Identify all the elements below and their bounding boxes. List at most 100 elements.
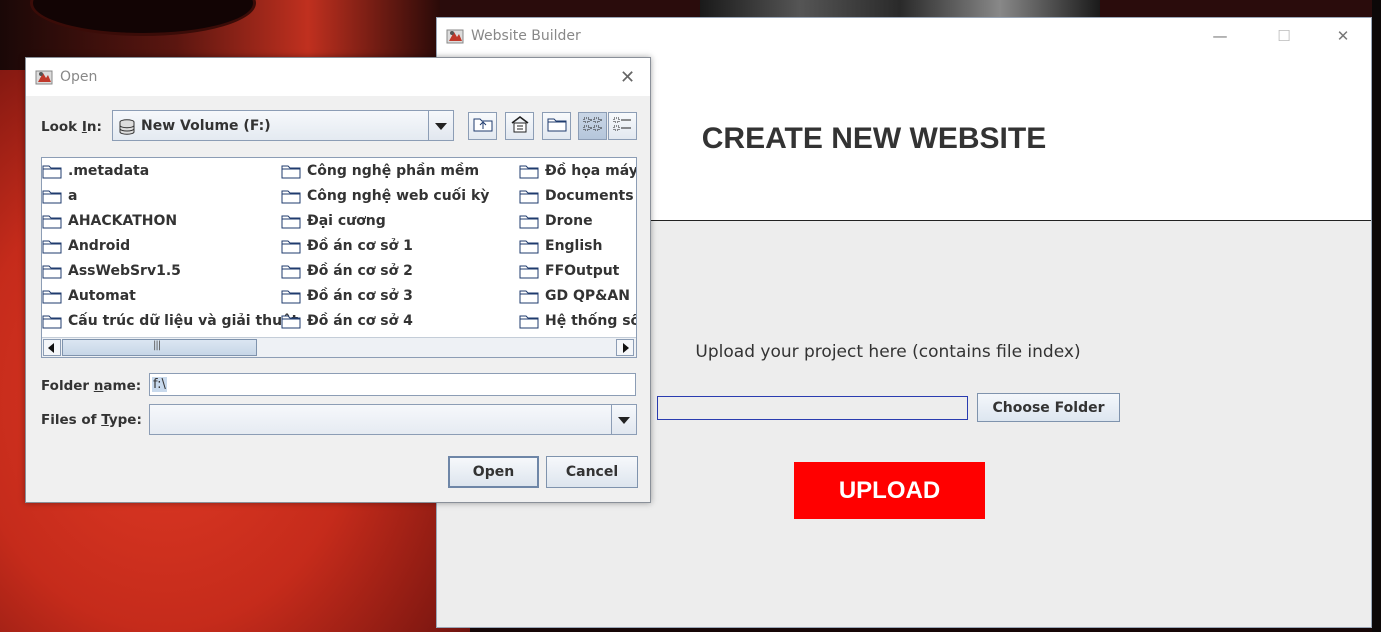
file-list-item-label: Automat [68, 288, 136, 304]
file-list-item-label: Đồ án cơ sở 4 [307, 313, 413, 329]
scroll-thumb[interactable] [62, 339, 257, 356]
list-view-button[interactable] [578, 112, 607, 140]
file-list-item-label: Drone [545, 213, 593, 229]
window-titlebar[interactable]: Website Builder — ☐ ✕ [437, 18, 1371, 54]
drive-icon [118, 119, 136, 139]
file-list-item[interactable]: Đồ án cơ sở 2 [281, 260, 413, 282]
folder-icon [519, 289, 539, 304]
open-dialog: Open ✕ Look In: New Volume (F:) .metadat… [25, 57, 651, 503]
file-list-item[interactable]: Documents [519, 185, 634, 207]
folder-name-label: Folder name: [41, 378, 142, 394]
file-list-item[interactable]: Đại cương [281, 210, 386, 232]
file-list-item[interactable]: English [519, 235, 602, 257]
file-list-item-label: AssWebSrv1.5 [68, 263, 181, 279]
folder-icon [281, 264, 301, 279]
look-in-label: Look In: [41, 119, 102, 135]
dialog-close-icon[interactable]: ✕ [620, 67, 635, 88]
java-app-icon [35, 68, 53, 90]
file-list-item[interactable]: Đồ họa máy tính [519, 160, 636, 182]
file-list-item-label: Đồ án cơ sở 2 [307, 263, 413, 279]
file-list-item-label: Công nghệ phần mềm [307, 163, 480, 179]
folder-icon [281, 314, 301, 329]
look-in-value: New Volume (F:) [141, 118, 271, 134]
up-folder-button[interactable] [468, 112, 497, 140]
folder-icon [42, 164, 62, 179]
folder-name-value: f:\ [152, 377, 167, 392]
file-list-item[interactable]: AHACKATHON [42, 210, 177, 232]
folder-icon [42, 214, 62, 229]
up-folder-icon [473, 116, 493, 136]
files-of-type-dropdown-arrow[interactable] [611, 404, 637, 435]
file-list-item[interactable]: Drone [519, 210, 593, 232]
upload-caption-text: Upload your project here (contains file … [695, 342, 1081, 362]
page-heading-text: CREATE NEW WEBSITE [701, 122, 1047, 155]
dialog-title: Open [60, 69, 98, 85]
file-list-item-label: FFOutput [545, 263, 620, 279]
scroll-left-button[interactable] [43, 339, 61, 356]
project-path-input[interactable] [657, 396, 968, 420]
file-list-item-label: Đồ án cơ sở 1 [307, 238, 413, 254]
folder-icon [281, 239, 301, 254]
file-list-item[interactable]: Đồ án cơ sở 3 [281, 285, 413, 307]
file-list-item[interactable]: Đồ án cơ sở 4 [281, 310, 413, 332]
open-button[interactable]: Open [448, 456, 539, 488]
close-button[interactable]: ✕ [1320, 22, 1366, 50]
folder-icon [42, 314, 62, 329]
choose-folder-button[interactable]: Choose Folder [977, 393, 1120, 422]
file-list-item-label: Documents [545, 188, 634, 204]
maximize-button[interactable]: ☐ [1261, 22, 1307, 50]
file-list-item[interactable]: Công nghệ phần mềm [281, 160, 479, 182]
folder-icon [519, 164, 539, 179]
horizontal-scrollbar[interactable] [42, 337, 636, 357]
folder-icon [42, 289, 62, 304]
minimize-button[interactable]: — [1197, 22, 1243, 50]
java-app-icon [446, 27, 464, 49]
folder-icon [519, 264, 539, 279]
folder-icon [281, 214, 301, 229]
file-list-item-label: Cấu trúc dữ liệu và giải thuật [68, 313, 299, 329]
file-list-item[interactable]: FFOutput [519, 260, 619, 282]
home-button[interactable] [505, 112, 534, 140]
folder-icon [42, 189, 62, 204]
folder-icon [281, 189, 301, 204]
file-list-item[interactable]: AssWebSrv1.5 [42, 260, 181, 282]
details-view-button[interactable] [608, 112, 637, 140]
file-list-item[interactable]: GD QP&AN [519, 285, 630, 307]
folder-name-input[interactable]: f:\ [149, 373, 636, 396]
file-list-item-label: Công nghệ web cuối kỳ [307, 188, 490, 204]
file-list-item[interactable]: Automat [42, 285, 136, 307]
file-list-item[interactable]: Android [42, 235, 130, 257]
folder-icon [519, 239, 539, 254]
folder-icon [42, 239, 62, 254]
folder-icon [42, 264, 62, 279]
new-folder-icon [547, 116, 567, 136]
home-icon [510, 115, 530, 137]
file-list-item-label: Hệ thống số [545, 313, 637, 329]
file-list-item[interactable]: Công nghệ web cuối kỳ [281, 185, 489, 207]
scroll-right-button[interactable] [616, 339, 634, 356]
file-list-item-label: GD QP&AN [545, 288, 630, 304]
file-list-item-label: Đại cương [307, 213, 386, 229]
file-list-item[interactable]: Đồ án cơ sở 1 [281, 235, 413, 257]
file-list-item-label: English [545, 238, 603, 254]
details-view-icon [613, 116, 633, 136]
new-folder-button[interactable] [542, 112, 571, 140]
file-list-item[interactable]: Cấu trúc dữ liệu và giải thuật [42, 310, 298, 332]
file-list-item[interactable]: Hệ thống số [519, 310, 637, 332]
folder-icon [281, 164, 301, 179]
folder-icon [519, 214, 539, 229]
files-of-type-dropdown[interactable] [149, 404, 637, 435]
file-list-item-label: a [68, 188, 78, 204]
wallpaper-right-strip [1372, 0, 1381, 632]
file-list-item[interactable]: a [42, 185, 77, 207]
cancel-button[interactable]: Cancel [546, 456, 638, 488]
file-list-item-label: .metadata [68, 163, 150, 179]
file-list[interactable]: .metadata a AHACKATHON Android AssWebSrv1.5 A… [41, 157, 637, 358]
upload-button[interactable]: UPLOAD [794, 462, 985, 519]
look-in-dropdown[interactable]: New Volume (F:) [112, 110, 454, 141]
look-in-dropdown-arrow[interactable] [428, 110, 454, 141]
list-view-icon [583, 116, 603, 136]
dialog-titlebar[interactable]: Open ✕ [26, 58, 650, 96]
file-list-item-label: Android [68, 238, 131, 254]
file-list-item[interactable]: .metadata [42, 160, 149, 182]
